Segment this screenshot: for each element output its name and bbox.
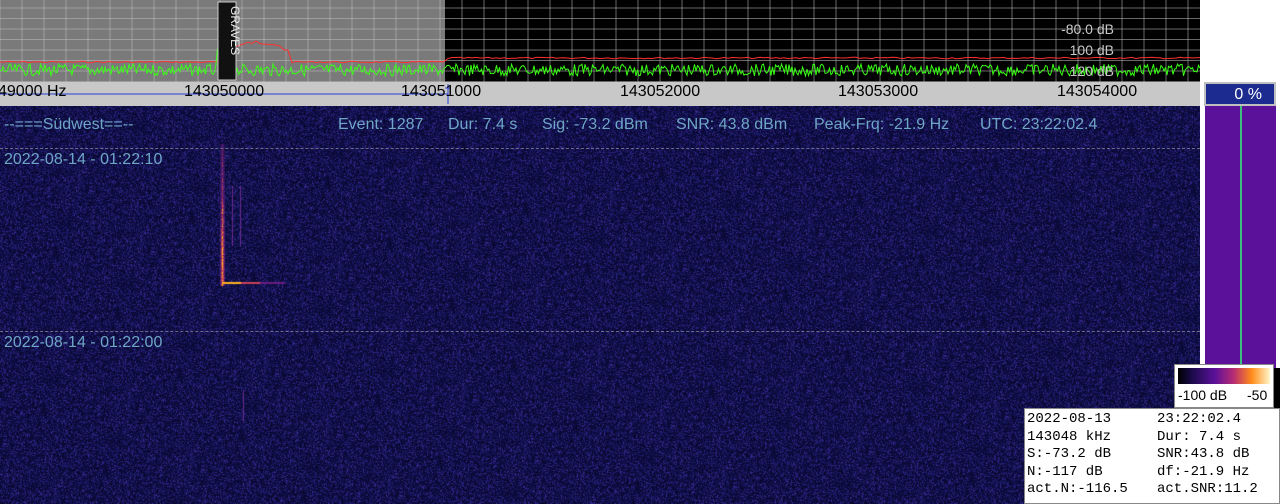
frequency-ruler	[0, 84, 451, 104]
event-number: Event: 1287	[338, 116, 424, 133]
freq-tick-label: 143052000	[620, 83, 701, 100]
info-snr: SNR:43.8 dB	[1157, 446, 1250, 462]
event-utc: UTC: 23:22:02.4	[980, 116, 1098, 133]
freq-tick-label: 143051000	[401, 83, 482, 100]
timestamp-label: 2022-08-14 - 01:22:10	[4, 151, 163, 168]
timestamp-label: 2022-08-14 - 01:22:00	[4, 334, 163, 351]
level-meter-marker	[1240, 106, 1242, 368]
color-scale-gradient	[1178, 368, 1270, 384]
info-row: N:-117 dB df:-21.9 Hz	[1027, 464, 1279, 482]
info-frequency: 143048 kHz	[1027, 428, 1112, 445]
event-signal: Sig: -73.2 dBm	[542, 116, 648, 133]
station-name: --===Südwest==--	[4, 116, 134, 133]
info-noise: N:-117 dB	[1027, 463, 1103, 480]
frequency-scale[interactable]: 49000 Hz 143050000 143051000 143052000 1…	[0, 82, 1200, 106]
event-snr: SNR: 43.8 dBm	[676, 116, 788, 133]
percent-indicator: 0 %	[1204, 82, 1276, 106]
spectrum-plot: GRAVES	[0, 0, 1200, 82]
time-divider	[0, 331, 1200, 332]
freq-tick-label: 49000 Hz	[0, 83, 67, 100]
db-label-100: 100 dB	[1069, 42, 1114, 58]
info-actual-noise: act.N:-116.5	[1027, 481, 1128, 497]
spectrum-panel[interactable]: GRAVES -80.0 dB 100 dB 120 dB	[0, 0, 1200, 82]
legend-max-label: -50	[1247, 387, 1268, 403]
info-row: act.N:-116.5 act.SNR:11.2	[1027, 481, 1279, 499]
spectrum-side-panel	[1200, 0, 1280, 82]
db-label-120: 120 dB	[1069, 63, 1114, 79]
event-duration: Dur: 7.4 s	[448, 116, 518, 133]
legend-min-label: -100 dB	[1178, 387, 1228, 403]
info-actual-snr: act.SNR:11.2	[1157, 481, 1258, 497]
event-info-box: 2022-08-13 23:22:02.4 143048 kHz Dur: 7.4 …	[1024, 408, 1280, 504]
info-df: df:-21.9 Hz	[1157, 463, 1250, 480]
freq-tick-label: 143053000	[838, 83, 919, 100]
color-legend: -100 dB -50	[1174, 364, 1274, 408]
db-label-80: -80.0 dB	[1061, 21, 1114, 37]
freq-tick-label: 143050000	[184, 83, 265, 100]
freq-tick-label: 143054000	[1057, 83, 1138, 100]
waterfall-canvas	[0, 106, 1200, 504]
info-row: 2022-08-13 23:22:02.4	[1027, 411, 1279, 429]
waterfall-display[interactable]: --===Südwest==-- Event: 1287 Dur: 7.4 s …	[0, 106, 1200, 504]
info-signal: S:-73.2 dB	[1027, 446, 1112, 462]
percent-gap-right	[1276, 82, 1280, 106]
time-divider	[0, 148, 1200, 149]
info-date: 2022-08-13	[1027, 411, 1112, 427]
info-row: S:-73.2 dB SNR:43.8 dB	[1027, 446, 1279, 464]
info-time: 23:22:02.4	[1157, 411, 1242, 427]
graves-marker-label: GRAVES	[228, 6, 242, 55]
info-row: 143048 kHz Dur: 7.4 s	[1027, 429, 1279, 447]
event-peak-frequency: Peak-Frq: -21.9 Hz	[814, 116, 950, 133]
level-meter-edge	[1276, 106, 1280, 368]
info-duration: Dur: 7.4 s	[1157, 428, 1242, 445]
